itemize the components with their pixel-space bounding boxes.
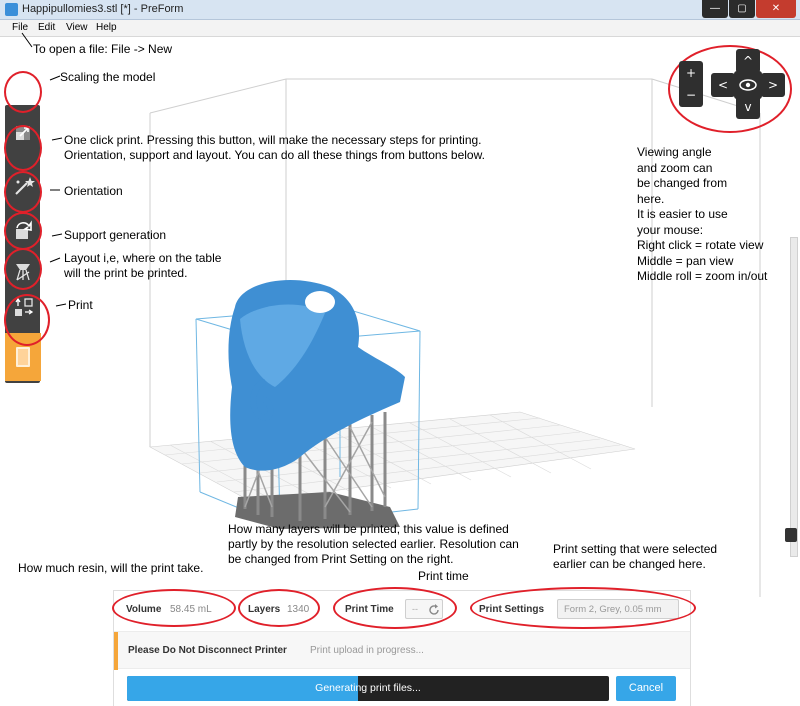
annotation-file: To open a file: File -> New	[33, 42, 173, 56]
status-message: Print upload in progress...	[310, 645, 424, 656]
status-row: Please Do Not Disconnect Printer Print u…	[114, 631, 690, 670]
annotation-print-time: Print time	[418, 569, 469, 583]
annotation-print: Print	[68, 298, 93, 312]
annotation-one-click: One click print. Pressing this button, w…	[64, 133, 485, 162]
highlight-print-settings	[470, 587, 696, 629]
highlight-volume	[112, 589, 236, 627]
progress-bar: Generating print files...	[127, 676, 609, 701]
annotation-scaling: Scaling the model	[60, 70, 156, 84]
annotation-orientation: Orientation	[64, 184, 123, 198]
highlight-print-time	[333, 587, 457, 629]
highlight-layers	[238, 589, 320, 627]
status-title: Please Do Not Disconnect Printer	[128, 645, 287, 656]
annotation-layers: How many layers will be printed, this va…	[228, 522, 519, 566]
annotation-support: Support generation	[64, 228, 167, 242]
annotation-settings: Print setting that were selected earlier…	[553, 542, 718, 571]
cancel-button[interactable]: Cancel	[616, 676, 676, 701]
progress-label: Generating print files...	[315, 682, 421, 694]
annotation-layout: Layout i,e, where on the table will the …	[64, 251, 222, 280]
annotation-resin: How much resin, will the print take.	[18, 561, 204, 575]
status-accent	[114, 632, 118, 670]
